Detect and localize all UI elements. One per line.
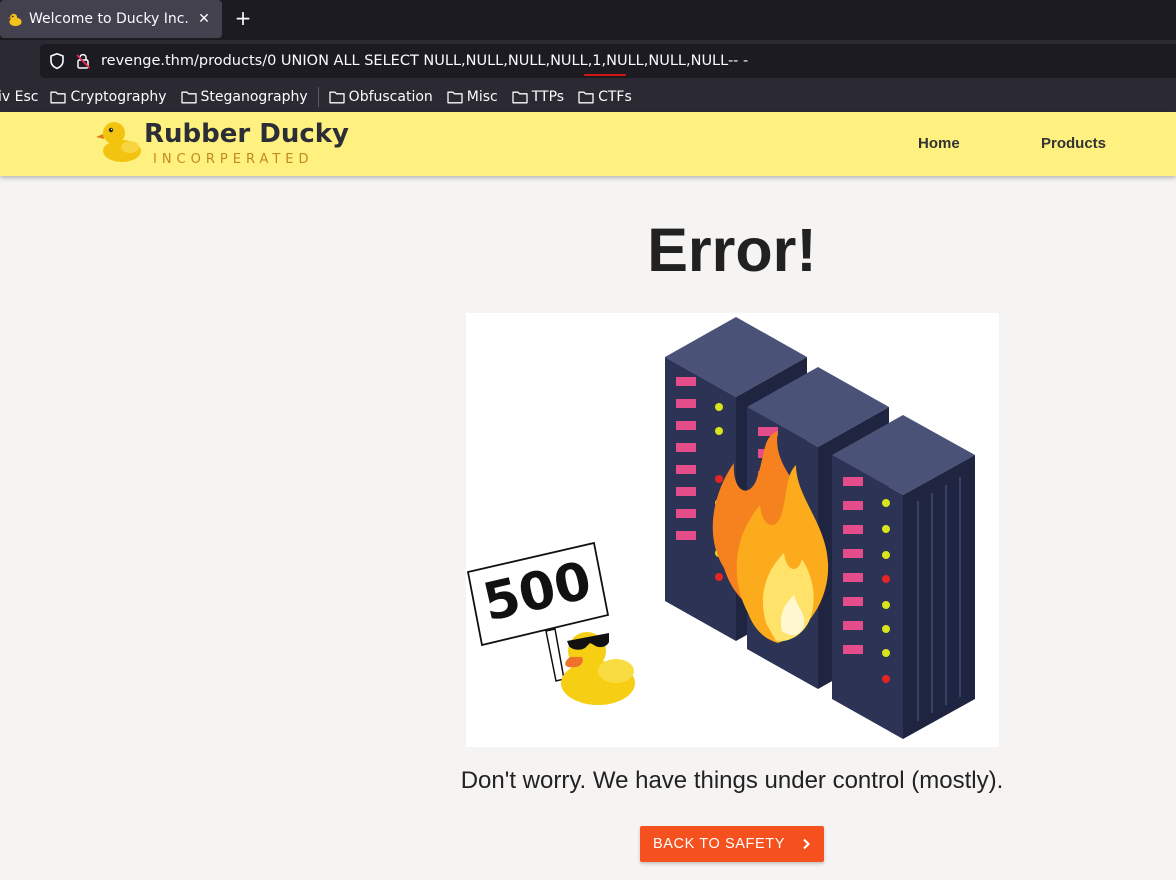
chevron-right-icon xyxy=(803,838,810,850)
bookmark-label: TTPs xyxy=(531,89,565,105)
bookmarks-toolbar: iv Esc Cryptography Steganography Obfusc… xyxy=(0,82,1176,112)
url-bar[interactable]: revenge.thm/products/0 UNION ALL SELECT … xyxy=(40,44,1176,78)
nav-products-link[interactable]: Products xyxy=(1041,135,1106,152)
site-header: Rubber Ducky INCORPERATED Home Products xyxy=(0,112,1176,176)
server-rack-front xyxy=(832,415,975,739)
folder-icon xyxy=(512,91,528,104)
bookmark-label: Cryptography xyxy=(70,89,167,105)
shield-icon[interactable] xyxy=(48,52,66,70)
close-tab-icon[interactable]: ✕ xyxy=(196,11,212,27)
folder-icon xyxy=(180,91,197,104)
bookmark-folder-steganography[interactable]: Steganography xyxy=(180,89,308,105)
duck-logo-icon xyxy=(96,122,141,162)
bookmark-label: Misc xyxy=(466,89,498,105)
url-text[interactable]: revenge.thm/products/0 UNION ALL SELECT … xyxy=(101,53,748,69)
server-fire-illustration: 500 xyxy=(466,317,975,739)
bookmark-label: Obfuscation xyxy=(348,89,433,105)
folder-icon xyxy=(578,91,594,104)
bookmark-label: CTFs xyxy=(598,89,632,105)
button-label: BACK TO SAFETY xyxy=(653,836,785,852)
bookmark-folder-obfuscation[interactable]: Obfuscation xyxy=(329,89,433,105)
folder-icon xyxy=(329,91,345,104)
tab-title: Welcome to Ducky Inc. xyxy=(29,11,189,27)
new-tab-button[interactable]: + xyxy=(230,6,256,32)
folder-icon xyxy=(447,91,463,104)
bookmark-folder-ttps[interactable]: TTPs xyxy=(512,89,564,105)
bookmarks-separator xyxy=(317,87,319,107)
browser-tab[interactable]: Welcome to Ducky Inc. ✕ xyxy=(0,0,222,38)
bookmark-folder-cryptography[interactable]: Cryptography xyxy=(50,89,167,105)
site-logo[interactable]: Rubber Ducky INCORPERATED xyxy=(96,117,356,171)
bookmark-label: iv Esc xyxy=(0,89,39,105)
spelling-underline xyxy=(584,74,626,76)
error-message: Don't worry. We have things under contro… xyxy=(460,767,1004,794)
back-to-safety-button[interactable]: BACK TO SAFETY xyxy=(640,826,824,862)
bookmark-folder-ctfs[interactable]: CTFs xyxy=(578,89,632,105)
bookmark-label: Steganography xyxy=(200,89,308,105)
logo-subtitle: INCORPERATED xyxy=(153,152,314,167)
error-illustration: 500 xyxy=(466,313,999,747)
nav-home-link[interactable]: Home xyxy=(918,135,960,152)
bookmark-folder-misc[interactable]: Misc xyxy=(447,89,498,105)
insecure-lock-icon[interactable] xyxy=(74,52,92,70)
folder-icon xyxy=(50,91,67,104)
duck-favicon-icon xyxy=(8,13,22,26)
logo-title: Rubber Ducky xyxy=(144,119,350,149)
error-heading: Error! xyxy=(647,216,817,284)
sunglasses-duck xyxy=(561,632,635,705)
bookmark-priv-esc[interactable]: iv Esc xyxy=(0,89,38,105)
tab-strip: Welcome to Ducky Inc. ✕ + xyxy=(0,0,1176,40)
